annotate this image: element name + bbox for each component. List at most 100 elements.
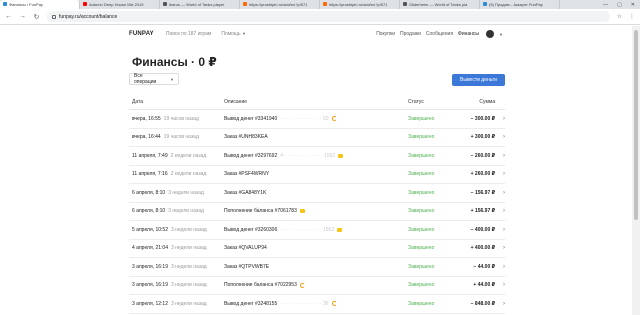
scrollbar-thumb[interactable] (634, 30, 638, 220)
header-sum: Сумма (479, 98, 496, 105)
table-row[interactable]: 11 апреля, 7:49 2 недели назад Вывод денег… (129, 147, 505, 166)
site-nav: Покупки Продажи Сообщения Финансы ▼ (376, 30, 503, 38)
chevron-right-icon[interactable]: › (495, 153, 505, 159)
chevron-right-icon[interactable]: › (495, 190, 505, 196)
row-description: Заказ #QTPVWB7E (224, 263, 270, 270)
row-sum: + 400.00 ₽ (470, 245, 496, 252)
chevron-right-icon[interactable]: › (495, 116, 505, 122)
operations-filter-select[interactable]: Все операции ▼ (129, 73, 179, 85)
address-bar[interactable]: funpay.ru/account/balance (47, 11, 610, 22)
browser-tab[interactable]: (5) Продаю - Аккаунт FunPay (480, 0, 560, 9)
nav-purchases[interactable]: Покупки (376, 31, 395, 37)
lock-icon (337, 227, 343, 232)
minimize-icon[interactable]: — (603, 2, 608, 8)
browser-tab-label: Gilderheim — World of Tanks pla (409, 2, 468, 7)
browser-tab[interactable]: Финансы / FunPay (0, 0, 80, 9)
browser-tab-label: https://prostripin.ru/stat/eu?p/571 (329, 2, 388, 7)
site-logo[interactable]: FUNPAY (129, 31, 154, 37)
chevron-right-icon[interactable]: › (495, 264, 505, 270)
favicon-icon (3, 2, 7, 6)
favicon-icon (483, 2, 487, 6)
browser-tab-label: Autumn Deep House Mix 2019 (89, 2, 144, 7)
nav-sales[interactable]: Продажи (400, 31, 421, 37)
masked-wallet: · · · · · · · · · · · · · · 1562 (280, 226, 335, 233)
row-description: Заказ #PSF4WRNY (224, 171, 270, 178)
chevron-right-icon[interactable]: › (495, 301, 505, 307)
header-status: Статус (408, 98, 424, 105)
maximize-icon[interactable]: ▢ (617, 2, 622, 8)
nav-messages[interactable]: Сообщения (426, 31, 453, 37)
browser-tab-bar: Финансы / FunPay Autumn Deep House Mix 20… (0, 0, 640, 9)
browser-tab[interactable]: Gilderheim — World of Tanks pla (400, 0, 480, 9)
browser-tab[interactable]: Ikarus — World of Tanks player (160, 0, 240, 9)
browser-tab-label: Ikarus — World of Tanks player (169, 2, 225, 7)
row-status: Завершено (408, 134, 435, 141)
row-sum: − 300.00 ₽ (470, 115, 496, 122)
row-sum: − 848.00 ₽ (470, 300, 496, 307)
reload-icon[interactable]: ↻ (33, 13, 40, 21)
site-search[interactable]: Поиск по 187 играм (166, 31, 211, 37)
row-ago: 19 часов назад (163, 115, 199, 122)
row-description: Вывод денег #3248155 · · · · · · · · · · … (224, 301, 408, 307)
chevron-down-icon[interactable]: ▼ (499, 32, 503, 37)
table-row[interactable]: 3 апреля, 16:19 3 недели назад Заказ #QTPV… (129, 258, 505, 277)
row-date: 3 апреля, 16:19 3 недели назад (132, 282, 207, 289)
chevron-right-icon[interactable]: › (495, 227, 505, 233)
nav-finances[interactable]: Финансы (458, 31, 479, 37)
table-row[interactable]: 11 апреля, 7:16 2 недели назад Заказ #PSF4… (129, 166, 505, 184)
row-ago: 3 недели назад (170, 245, 207, 252)
menu-icon[interactable]: ⋮ (629, 13, 635, 20)
table-row[interactable]: вчера, 16:55 19 часов назад Вывод денег #3… (129, 110, 505, 129)
forward-icon[interactable]: → (19, 13, 26, 20)
row-ago: 3 недели назад (170, 226, 207, 233)
row-ago: 2 недели назад (170, 152, 207, 159)
chevron-right-icon[interactable]: › (495, 208, 505, 214)
row-sum: + 44.00 ₽ (473, 282, 496, 289)
site-header: FUNPAY Поиск по 187 играм Помощь ▼ Покуп… (0, 26, 632, 42)
chevron-right-icon[interactable]: › (495, 171, 505, 177)
row-sum: − 400.00 ₽ (470, 226, 496, 233)
table-row[interactable]: 4 апреля, 21:04 3 недели назад Заказ #QVAL… (129, 240, 505, 258)
row-date: вчера, 16:44 19 часов назад (132, 134, 199, 141)
browser-tab[interactable]: Autumn Deep House Mix 2019 (80, 0, 160, 9)
avatar[interactable] (486, 30, 495, 38)
chevron-right-icon[interactable]: › (495, 134, 505, 140)
star-icon[interactable]: ☆ (617, 13, 622, 20)
table-row[interactable]: 3 апреля, 12:12 3 недели назад Вывод денег… (129, 295, 505, 314)
lock-icon (338, 153, 344, 158)
row-ago: 3 недели назад (168, 208, 204, 215)
row-status: Завершено (408, 208, 435, 215)
row-date: 3 апреля, 16:19 3 недели назад (132, 263, 207, 270)
table-row[interactable]: 6 апреля, 8:10 3 недели назад Заказ #GA848… (129, 184, 505, 203)
browser-tab[interactable]: https://prostripin.ru/stat/eu?p/571 (320, 0, 400, 9)
chevron-down-icon: ▼ (170, 76, 174, 82)
header-date: Дата (132, 98, 144, 105)
back-icon[interactable]: ← (5, 13, 12, 20)
row-ago: 3 недели назад (170, 263, 207, 270)
filter-value: Все операции (134, 73, 157, 85)
row-sum: − 156.97 ₽ (470, 189, 496, 196)
row-status: Завершено (408, 226, 435, 233)
table-row[interactable]: 3 апреля, 16:19 3 недели назад Пополнение … (129, 277, 505, 295)
transactions-table: Дата Описание Статус Сумма вчера, 16:55 1… (129, 94, 505, 314)
withdraw-button[interactable]: Вывести деньги (452, 74, 505, 86)
browser-tab[interactable]: https://prostripin.ru/stat/eu?p/571 (240, 0, 320, 9)
favicon-icon (243, 2, 247, 6)
browser-tab-label: (5) Продаю - Аккаунт FunPay (489, 2, 543, 7)
browser-tab-label: https://prostripin.ru/stat/eu?p/571 (249, 2, 308, 7)
payment-system-icon (331, 116, 337, 122)
help-menu[interactable]: Помощь ▼ (221, 31, 246, 37)
masked-wallet: 4 · · · · · · · · · · · · · 1562 (280, 152, 336, 159)
chevron-right-icon[interactable]: › (495, 245, 505, 251)
header-desc: Описание (224, 98, 248, 105)
table-row[interactable]: 6 апреля, 8:10 3 недели назад Пополнение б… (129, 203, 505, 221)
table-row[interactable]: вчера, 16:44 19 часов назад Заказ #UNH83KE… (129, 129, 505, 147)
favicon-icon (403, 2, 407, 6)
row-ago: 19 часов назад (163, 134, 199, 141)
row-ago: 3 недели назад (168, 189, 204, 196)
close-icon[interactable]: ✕ (631, 2, 635, 8)
browser-toolbar: ← → ↻ funpay.ru/account/balance ☆ ⋮ (0, 9, 640, 25)
page-scrollbar[interactable] (632, 26, 640, 315)
table-row[interactable]: 5 апреля, 10:52 3 недели назад Вывод денег… (129, 221, 505, 240)
chevron-right-icon[interactable]: › (495, 282, 505, 288)
